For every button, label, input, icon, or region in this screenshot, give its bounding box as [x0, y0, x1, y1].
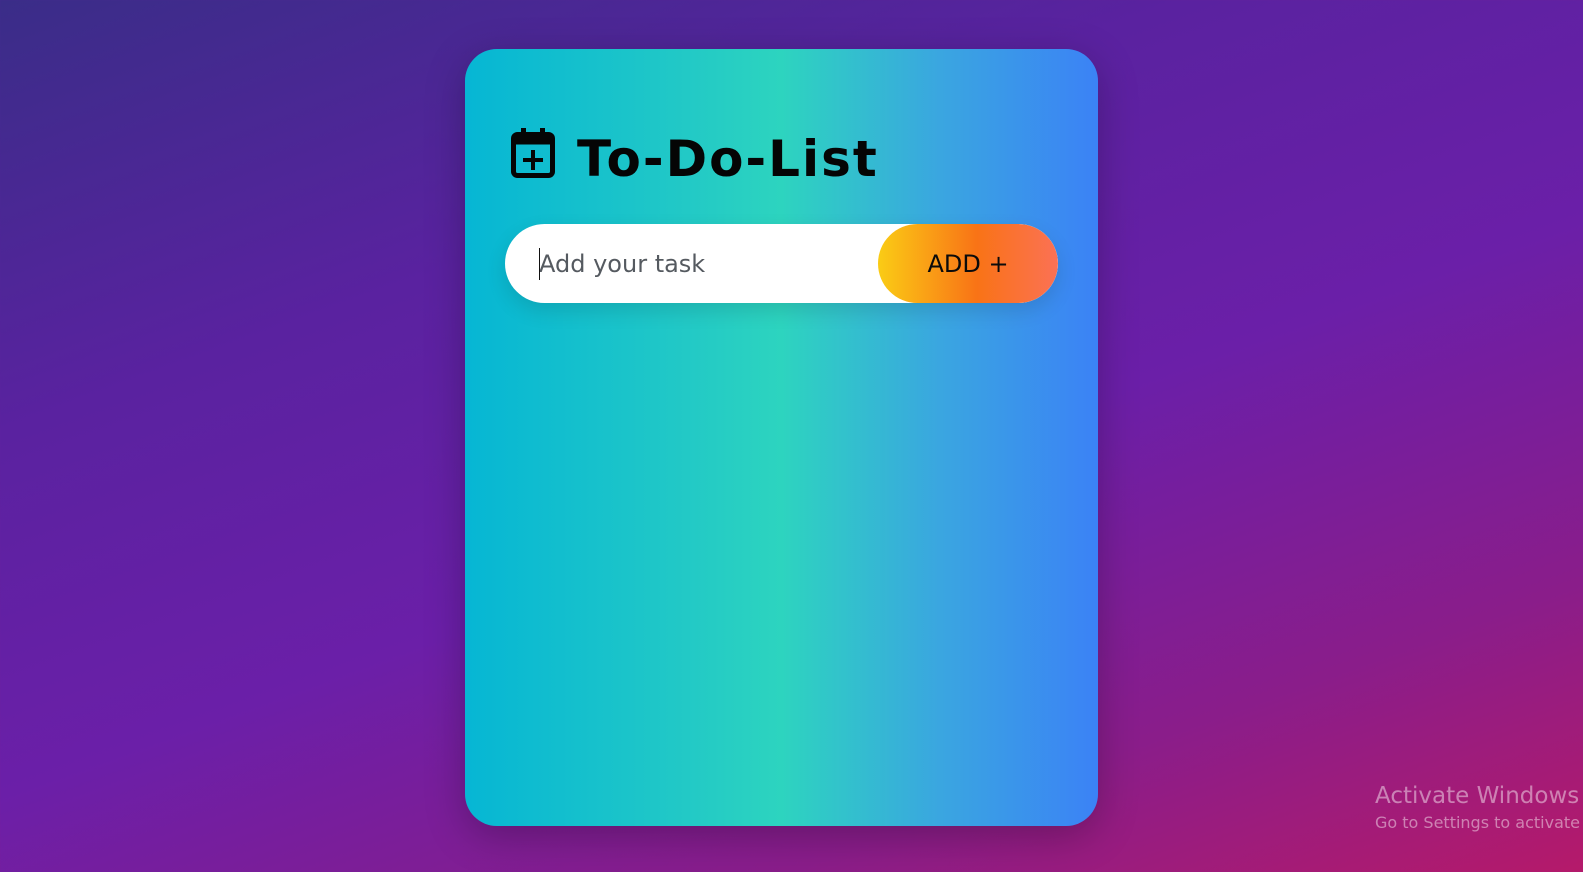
calendar-plus-icon [511, 128, 555, 178]
os-activation-watermark: Activate Windows Go to Settings to activ… [1375, 783, 1583, 832]
todo-card: To-Do-List ADD + [465, 49, 1098, 826]
task-input-row: ADD + [505, 224, 1058, 303]
page-title: To-Do-List [577, 130, 879, 188]
watermark-subtitle: Go to Settings to activate Windows. [1375, 813, 1583, 832]
app-header: To-Do-List [511, 119, 879, 199]
task-input[interactable] [505, 224, 878, 303]
text-caret [539, 248, 540, 280]
watermark-title: Activate Windows [1375, 783, 1580, 809]
add-task-button[interactable]: ADD + [878, 224, 1058, 303]
